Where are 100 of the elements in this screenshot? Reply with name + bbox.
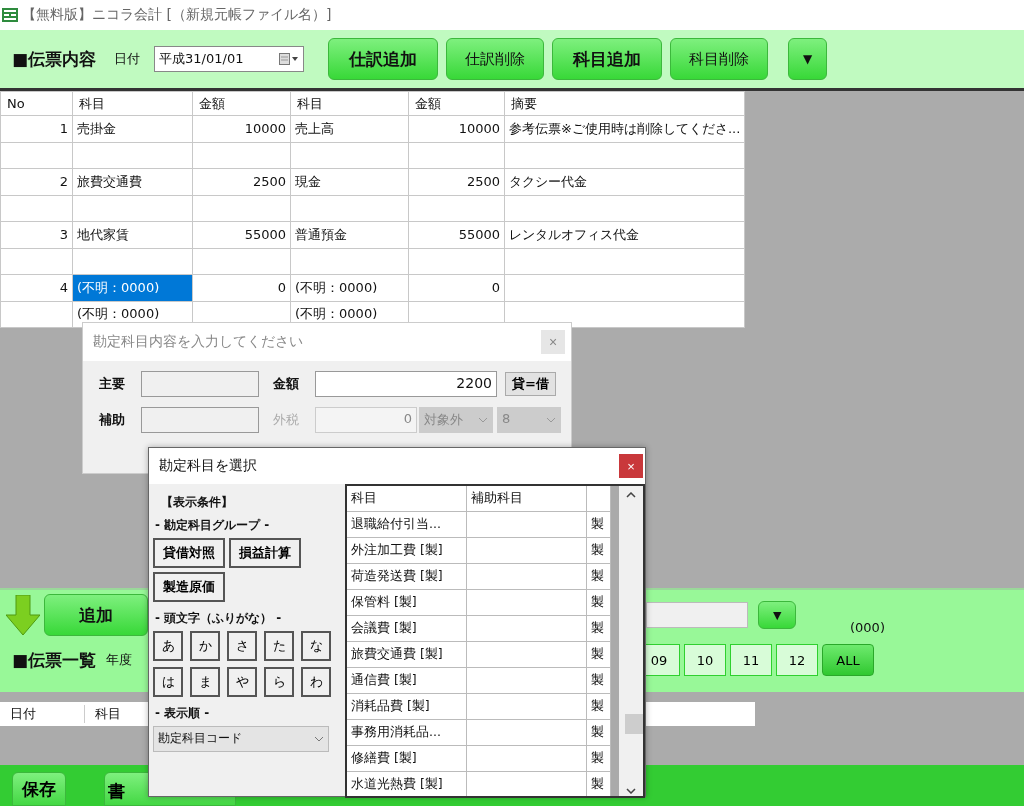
toolbar-button[interactable]: 仕訳追加 <box>328 38 439 80</box>
table-cell[interactable]: 消耗品費 [製] <box>347 694 467 719</box>
table-cell[interactable] <box>0 248 73 275</box>
table-cell[interactable] <box>72 142 193 169</box>
table-cell[interactable]: 水道光熱費 [製] <box>347 772 467 796</box>
table-cell[interactable]: 製 <box>587 616 611 641</box>
table-cell[interactable] <box>408 195 505 222</box>
table-cell[interactable]: 製 <box>587 720 611 745</box>
balance-button[interactable]: 貸=借 <box>505 372 556 396</box>
table-cell[interactable] <box>504 142 745 169</box>
group-button[interactable]: 貸借対照 <box>153 538 225 568</box>
table-cell[interactable]: 通信費 [製] <box>347 668 467 693</box>
kana-button[interactable]: ま <box>190 667 220 697</box>
table-cell[interactable]: 荷造発送費 [製] <box>347 564 467 589</box>
input-field[interactable] <box>141 407 259 433</box>
table-cell[interactable]: 0 <box>192 274 291 301</box>
table-cell[interactable]: 55000 <box>192 221 291 248</box>
table-cell[interactable]: 55000 <box>408 221 505 248</box>
month-button[interactable]: 11 <box>730 644 773 676</box>
table-cell[interactable] <box>290 195 409 222</box>
table-cell[interactable]: レンタルオフィス代金 <box>504 221 745 248</box>
table-cell[interactable]: 修繕費 [製] <box>347 746 467 771</box>
table-cell[interactable]: 1 <box>0 115 73 142</box>
month-button[interactable]: 10 <box>684 644 727 676</box>
table-cell[interactable] <box>504 274 745 301</box>
table-cell[interactable]: タクシー代金 <box>504 168 745 195</box>
table-cell[interactable]: 10000 <box>192 115 291 142</box>
kana-button[interactable]: か <box>190 631 220 661</box>
table-cell[interactable]: 製 <box>587 772 611 796</box>
dropdown-button[interactable]: ▼ <box>758 601 797 629</box>
table-cell[interactable]: 現金 <box>290 168 409 195</box>
table-cell[interactable]: 売掛金 <box>72 115 193 142</box>
footer-button[interactable]: 保存 <box>12 772 66 806</box>
scrollbar[interactable] <box>619 486 643 796</box>
table-cell[interactable]: 製 <box>587 564 611 589</box>
table-cell[interactable] <box>72 248 193 275</box>
table-cell[interactable]: 製 <box>587 642 611 667</box>
table-cell[interactable]: 製 <box>587 668 611 693</box>
table-cell[interactable] <box>0 142 73 169</box>
table-cell[interactable] <box>504 248 745 275</box>
table-cell[interactable]: (不明：0000) <box>72 274 193 301</box>
kana-button[interactable]: さ <box>227 631 257 661</box>
table-cell[interactable]: 外注加工費 [製] <box>347 538 467 563</box>
close-button[interactable]: × <box>619 454 643 478</box>
table-cell[interactable]: 旅費交通費 <box>72 168 193 195</box>
table-cell[interactable] <box>72 195 193 222</box>
group-button[interactable]: 損益計算 <box>229 538 301 568</box>
table-cell[interactable] <box>192 195 291 222</box>
table-cell[interactable]: 10000 <box>408 115 505 142</box>
order-select[interactable]: 勘定科目コード <box>153 726 329 752</box>
table-cell[interactable]: 参考伝票※ご使用時は削除してくださ... <box>504 115 745 142</box>
table-cell[interactable] <box>290 142 409 169</box>
table-cell[interactable]: 2 <box>0 168 73 195</box>
kana-button[interactable]: わ <box>301 667 331 697</box>
kana-button[interactable]: た <box>264 631 294 661</box>
table-cell[interactable] <box>0 195 73 222</box>
month-button[interactable]: 12 <box>776 644 819 676</box>
month-button[interactable]: ALL <box>822 644 875 676</box>
table-cell[interactable]: 0 <box>408 274 505 301</box>
kana-button[interactable]: な <box>301 631 331 661</box>
table-cell[interactable]: 製 <box>587 746 611 771</box>
table-cell[interactable]: 旅費交通費 [製] <box>347 642 467 667</box>
table-cell[interactable] <box>504 195 745 222</box>
toolbar-button[interactable]: 科目追加 <box>552 38 663 80</box>
table-cell[interactable] <box>0 301 73 328</box>
kana-button[interactable]: あ <box>153 631 183 661</box>
input-field[interactable] <box>646 602 748 628</box>
date-field[interactable]: 平成31/01/01 <box>154 46 305 72</box>
scroll-thumb[interactable] <box>625 714 643 734</box>
table-cell[interactable] <box>290 248 409 275</box>
table-cell[interactable]: 製 <box>587 512 611 537</box>
scroll-down-icon[interactable] <box>626 788 636 794</box>
table-cell[interactable]: 会議費 [製] <box>347 616 467 641</box>
group-button[interactable]: 製造原価 <box>153 572 225 602</box>
menu-button[interactable]: ▼ <box>788 38 828 80</box>
table-cell[interactable]: 売上高 <box>290 115 409 142</box>
table-cell[interactable] <box>408 142 505 169</box>
table-cell[interactable]: 普通預金 <box>290 221 409 248</box>
toolbar-button[interactable]: 仕訳削除 <box>446 38 545 80</box>
amount-field[interactable]: 2200 <box>315 371 497 397</box>
table-cell[interactable]: 保管料 [製] <box>347 590 467 615</box>
table-cell[interactable]: 製 <box>587 538 611 563</box>
kana-button[interactable]: や <box>227 667 257 697</box>
kana-button[interactable]: ら <box>264 667 294 697</box>
table-cell[interactable]: 退職給付引当... <box>347 512 467 537</box>
table-cell[interactable]: 3 <box>0 221 73 248</box>
table-cell[interactable] <box>192 248 291 275</box>
table-cell[interactable]: 製 <box>587 590 611 615</box>
add-button[interactable]: 追加 <box>44 594 148 636</box>
toolbar-button[interactable]: 科目削除 <box>670 38 769 80</box>
table-cell[interactable]: 2500 <box>192 168 291 195</box>
table-cell[interactable]: 地代家賃 <box>72 221 193 248</box>
calendar-icon[interactable] <box>279 53 300 65</box>
table-cell[interactable]: 事務用消耗品... <box>347 720 467 745</box>
table-cell[interactable]: 4 <box>0 274 73 301</box>
scroll-up-icon[interactable] <box>626 492 636 498</box>
input-field[interactable] <box>141 371 259 397</box>
kana-button[interactable]: は <box>153 667 183 697</box>
table-cell[interactable] <box>192 142 291 169</box>
table-cell[interactable]: (不明：0000) <box>290 274 409 301</box>
